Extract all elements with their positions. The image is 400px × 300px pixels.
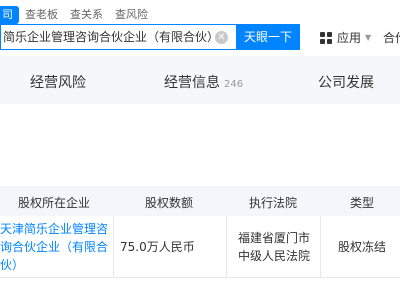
column-divider (113, 216, 114, 278)
court-name: 福建省厦门市中级人民法院 (238, 231, 311, 263)
column-divider (320, 216, 321, 278)
nav-operating-risk-label: 经营风险 (30, 75, 86, 91)
chevron-down-icon: ▼ (365, 33, 372, 42)
tab-company[interactable]: 司 (0, 6, 19, 24)
header-court: 执行法院 (249, 196, 298, 210)
search-button[interactable]: 天眼一下 (236, 24, 300, 50)
header-equity-company: 股权所在企业 (18, 196, 91, 210)
partner-link[interactable]: 合作 (383, 29, 400, 46)
table-header: 股权所在企业 股权数额 执行法院 类型 (0, 186, 400, 216)
nav-operating-info[interactable]: 经营信息 246 (164, 72, 243, 92)
equity-amount: 75.0万人民币 (120, 240, 195, 254)
app-grid-icon (320, 31, 332, 44)
search-bar: 简乐企业管理咨询合伙企业（有限合伙） ✕ 天眼一下 (0, 24, 300, 50)
app-menu[interactable]: 应用 ▼ (320, 29, 371, 46)
tab-boss[interactable]: 查老板 (19, 6, 64, 24)
nav-company-development[interactable]: 公司发展 (318, 72, 374, 92)
tab-risk[interactable]: 查风险 (109, 6, 154, 24)
equity-company-link[interactable]: 天津简乐企业管理咨询合伙企业（有限合伙） (0, 220, 110, 274)
header-equity-amount: 股权数额 (145, 196, 194, 210)
nav-operating-risk[interactable]: 经营风险 (30, 72, 86, 92)
header-type: 类型 (350, 196, 375, 210)
search-input[interactable]: 简乐企业管理咨询合伙企业（有限合伙） ✕ (0, 24, 236, 50)
search-type-tabs: 司 查老板 查关系 查风险 (0, 6, 154, 24)
nav-company-development-label: 公司发展 (318, 75, 374, 91)
search-input-value: 简乐企业管理咨询合伙企业（有限合伙） (3, 30, 220, 44)
nav-operating-info-label: 经营信息 (164, 75, 220, 91)
clear-icon[interactable]: ✕ (215, 31, 228, 44)
nav-operating-info-count: 246 (224, 79, 244, 90)
section-nav: 经营风险 经营信息 246 公司发展 (0, 56, 400, 104)
equity-type: 股权冻结 (338, 240, 387, 254)
app-menu-label: 应用 (337, 31, 362, 45)
table-row: 天津简乐企业管理咨询合伙企业（有限合伙） 75.0万人民币 福建省厦门市中级人民… (0, 216, 400, 278)
top-search-area: 司 查老板 查关系 查风险 简乐企业管理咨询合伙企业（有限合伙） ✕ 天眼一下 … (0, 0, 400, 56)
tab-relation[interactable]: 查关系 (64, 6, 109, 24)
column-divider (226, 216, 227, 278)
